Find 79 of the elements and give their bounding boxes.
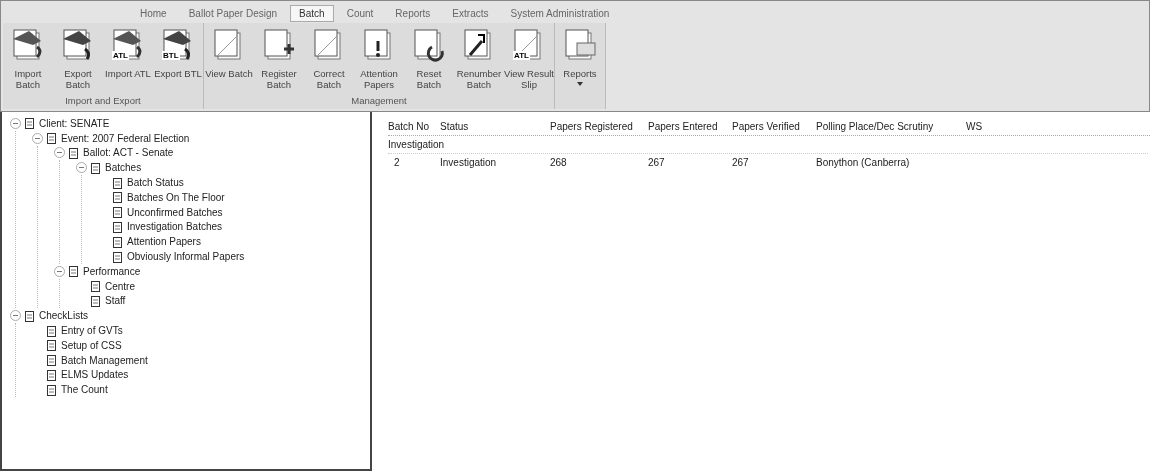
- collapse-toggle[interactable]: [54, 265, 65, 277]
- tree-item[interactable]: Batches On The Floor: [127, 191, 225, 203]
- document-icon: [112, 220, 124, 233]
- document-icon: [46, 324, 58, 337]
- tree-item[interactable]: Attention Papers: [127, 236, 201, 248]
- column-header[interactable]: Batch No: [388, 121, 440, 132]
- collapse-toggle[interactable]: [32, 132, 43, 144]
- collapse-toggle[interactable]: [10, 310, 21, 322]
- document-icon: [46, 132, 58, 145]
- document-icon: [24, 117, 36, 130]
- tree-item[interactable]: Batch Management: [61, 354, 148, 366]
- document-icon: [68, 147, 80, 159]
- tree-item[interactable]: Investigation Batches: [127, 221, 223, 233]
- tree-item[interactable]: Obviously Informal Papers: [127, 251, 245, 263]
- group-label: Management: [351, 95, 407, 106]
- document-icon: [90, 280, 102, 293]
- document-icon: [46, 354, 58, 367]
- tree-item[interactable]: ELMS Updates: [61, 369, 129, 381]
- column-header[interactable]: WS: [966, 121, 1026, 132]
- document-icon: [112, 191, 124, 204]
- ribbon-tab[interactable]: Reports: [386, 4, 440, 22]
- tree-item[interactable]: Client: SENATE: [39, 117, 110, 129]
- collapse-toggle[interactable]: [10, 117, 21, 129]
- ribbon-button[interactable]: ATL View Result Slip: [504, 23, 554, 95]
- register-icon: [262, 27, 296, 63]
- column-header[interactable]: Papers Registered: [550, 121, 648, 132]
- ribbon-tab[interactable]: Batch: [290, 4, 334, 22]
- ribbon-button[interactable]: Export Batch: [53, 23, 103, 95]
- ribbon-button[interactable]: Import Batch: [3, 23, 53, 95]
- tree-item[interactable]: Unconfirmed Batches: [127, 206, 223, 218]
- ribbon-button[interactable]: BTL Export BTL: [153, 23, 203, 95]
- ribbon-tab[interactable]: Home: [131, 4, 176, 22]
- column-header[interactable]: Status: [440, 121, 550, 132]
- document-icon: [112, 206, 124, 219]
- collapse-toggle[interactable]: [76, 162, 87, 174]
- collapse-toggle[interactable]: [54, 147, 65, 159]
- ribbon-button[interactable]: Attention Papers: [354, 23, 404, 95]
- document-icon: [46, 339, 58, 352]
- tree-item[interactable]: Performance: [83, 265, 141, 277]
- tree-item[interactable]: Batch Status: [127, 177, 184, 189]
- ribbon-tab[interactable]: Extracts: [443, 4, 498, 22]
- table-cell: 268: [550, 157, 567, 168]
- tree-item[interactable]: CheckLists: [39, 310, 88, 322]
- document-icon: [112, 176, 124, 189]
- tree-item[interactable]: Batches: [105, 162, 142, 174]
- tree-item[interactable]: Centre: [105, 280, 135, 292]
- ribbon-button[interactable]: View Batch: [204, 23, 254, 95]
- document-icon: [46, 368, 58, 381]
- document-icon: [112, 235, 124, 248]
- ribbon-button[interactable]: Register Batch: [254, 23, 304, 95]
- tree-item[interactable]: Staff: [105, 295, 126, 307]
- table-cell: Bonython (Canberra): [816, 157, 910, 168]
- table-cell: Investigation: [440, 157, 497, 168]
- document-icon: [90, 294, 102, 307]
- tree-item[interactable]: Entry of GVTs: [61, 325, 123, 337]
- ribbon-button[interactable]: Correct Batch: [304, 23, 354, 95]
- ribbon-tab[interactable]: Count: [337, 4, 383, 22]
- document-icon: [112, 250, 124, 263]
- tree-item[interactable]: Event: 2007 Federal Election: [61, 132, 190, 144]
- ribbon-button[interactable]: Reset Batch: [404, 23, 454, 95]
- document-icon: [68, 265, 80, 278]
- group-row[interactable]: Investigation: [388, 139, 445, 150]
- ribbon-tab[interactable]: Ballot Paper Design: [179, 4, 287, 22]
- ribbon-button[interactable]: ATL Import ATL: [103, 23, 153, 95]
- ribbon-button[interactable]: Renumber Batch: [454, 23, 504, 95]
- column-header[interactable]: Polling Place/Dec Scrutiny: [816, 121, 966, 132]
- group-label: Import and Export: [65, 95, 141, 106]
- tree-item[interactable]: Ballot: ACT - Senate: [83, 147, 174, 159]
- document-icon: [90, 161, 102, 174]
- table-cell: 2: [394, 157, 400, 168]
- tree-item[interactable]: The Count: [61, 384, 108, 396]
- tree-item[interactable]: Setup of CSS: [61, 339, 122, 351]
- table-cell: 267: [648, 157, 665, 168]
- table-cell: 267: [732, 157, 749, 168]
- column-header[interactable]: Papers Verified: [732, 121, 816, 132]
- document-icon: [46, 383, 58, 396]
- ribbon-tab[interactable]: System Administration: [501, 4, 619, 22]
- document-icon: [24, 309, 36, 322]
- column-header[interactable]: Papers Entered: [648, 121, 732, 132]
